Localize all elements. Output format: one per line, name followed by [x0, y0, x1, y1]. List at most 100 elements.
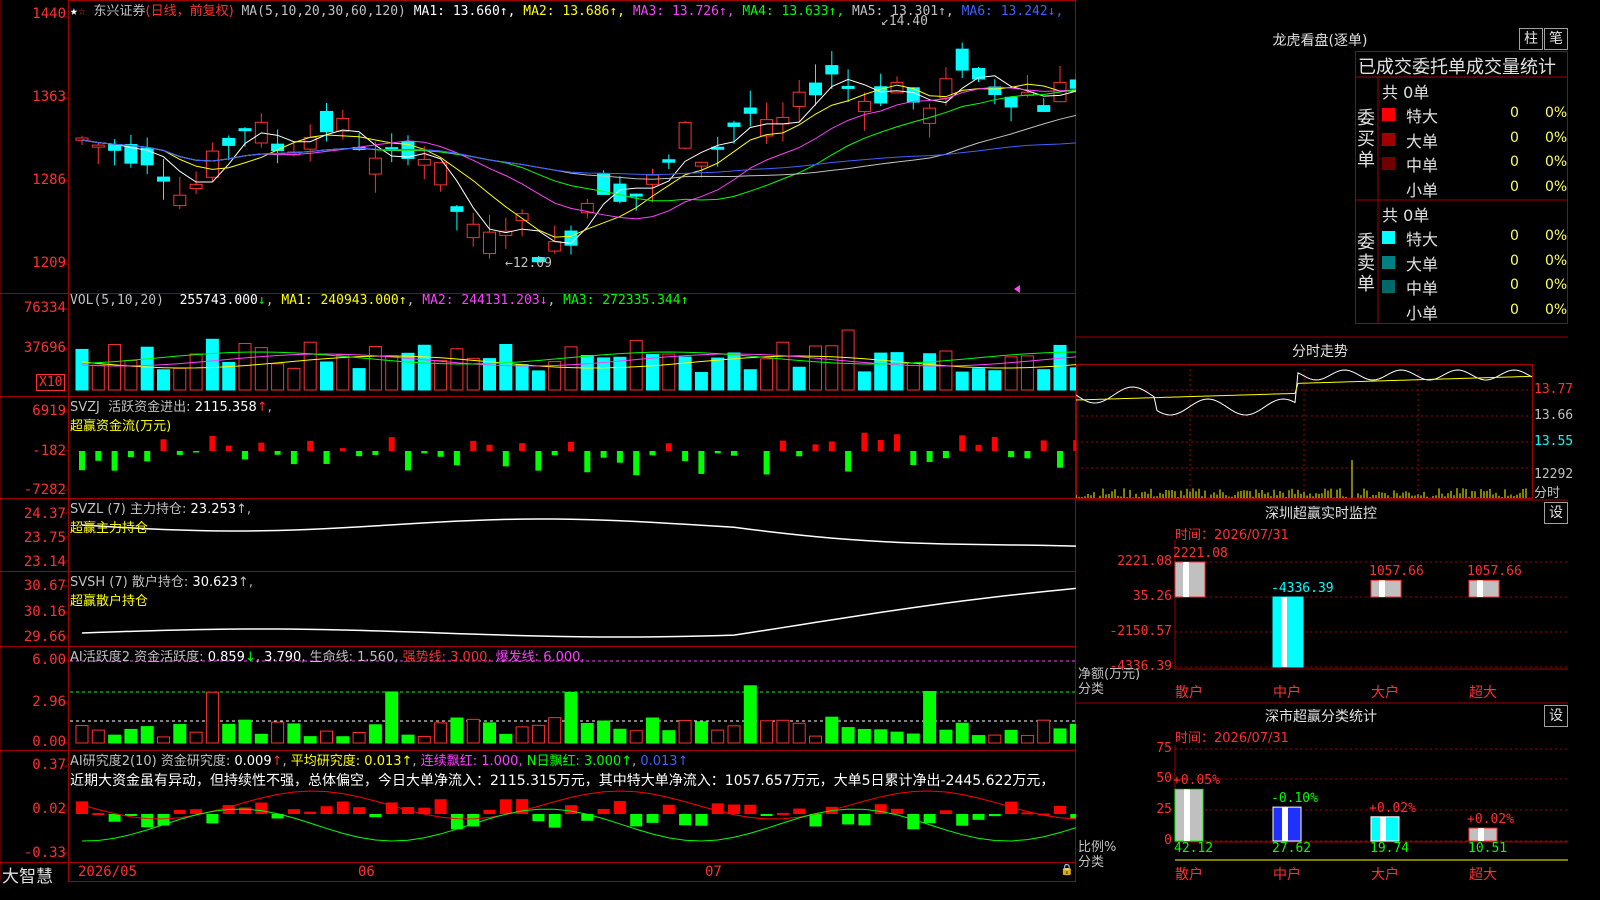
research-bar [532, 814, 545, 822]
order-percent: 0% [1545, 228, 1568, 244]
brand-label: 大智慧 [2, 867, 53, 887]
volume-bar [955, 371, 969, 391]
order-size-label: 中单 [1406, 156, 1439, 175]
candle-body [91, 144, 105, 148]
candle-body [727, 122, 741, 127]
szm-category: 中户 [1273, 685, 1301, 701]
sell-total: 共 0单 [1382, 206, 1430, 225]
candle-body [320, 110, 333, 133]
flow-bar [209, 436, 216, 451]
research-bar [255, 802, 268, 814]
szm-bar-value: -4336.39 [1271, 581, 1334, 596]
flow-bar [242, 451, 248, 460]
order-percent: 0% [1545, 301, 1568, 318]
order-size-label: 特大 [1406, 230, 1439, 249]
flow-bar [290, 451, 297, 465]
szm-bar-1 [1272, 596, 1304, 668]
lock-icon[interactable]: 🔒 [1060, 863, 1074, 876]
volume-bar [1037, 369, 1051, 391]
activity-bar [140, 726, 154, 744]
candle-body [515, 213, 529, 221]
activity-bar [629, 730, 643, 744]
szc-bar-value: 27.62 [1272, 841, 1312, 856]
candle-body [613, 183, 627, 202]
activity-bar [988, 734, 1002, 744]
szc-ytick: 50 [1156, 771, 1172, 786]
activity-bar [1037, 719, 1051, 744]
szc-category: 超大 [1469, 867, 1497, 883]
activity-bar [434, 722, 448, 744]
activity-bar [1053, 728, 1067, 744]
ai2-ytick-0: 0.37 [32, 757, 66, 773]
volume-bar [140, 346, 154, 391]
svsh-ytick-0: 30.67 [23, 578, 66, 594]
candle-body [368, 157, 382, 175]
szc-category: 散户 [1175, 867, 1203, 883]
flow-bar [437, 451, 444, 457]
flow-bar [698, 451, 705, 474]
buy-side-label: 委买单 [1357, 108, 1375, 171]
research-bar [450, 814, 463, 830]
sz-monitor-settings-button[interactable]: 设 [1544, 502, 1568, 524]
research-bar [434, 799, 447, 814]
activity-bar [1004, 729, 1018, 744]
szm-bar-value: 1057.66 [1467, 564, 1522, 580]
volume-bar [157, 369, 170, 391]
volume-bar [368, 345, 382, 391]
research-bar [597, 808, 610, 814]
flow-bar [193, 451, 200, 453]
research-bar [988, 814, 1001, 817]
candle-body [678, 121, 692, 149]
order-count: 0 [1510, 277, 1519, 293]
flow-bar [307, 440, 314, 451]
volume-bar [466, 357, 480, 391]
legend-swatch [1382, 108, 1395, 121]
research-bar [108, 814, 121, 822]
flow-bar [502, 451, 509, 467]
research-bar [548, 814, 561, 828]
intraday-title: 分时走势 [1292, 344, 1348, 360]
order-count: 0 [1510, 154, 1519, 170]
volume-bar [336, 354, 350, 391]
szm-ytick: -2150.57 [1109, 624, 1172, 639]
main-ytick-3: 1209 [32, 255, 66, 271]
flow-bar [127, 451, 134, 458]
order-count: 0 [1510, 228, 1519, 244]
flow-bar [1057, 451, 1063, 468]
volume-bar [205, 338, 219, 391]
volume-bar [711, 357, 725, 391]
volume-bar [515, 364, 529, 391]
svsh-ytick-2: 29.66 [23, 629, 66, 645]
sz-class-settings-button[interactable]: 设 [1544, 705, 1568, 727]
flow-bar [861, 432, 868, 451]
activity-bar [711, 729, 725, 744]
tick-mode-button[interactable]: 笔 [1544, 28, 1568, 50]
candle-body [743, 107, 757, 114]
candle-body [694, 161, 708, 167]
flow-bar [584, 451, 591, 473]
volume-bar [189, 353, 203, 391]
research-bar [728, 804, 740, 814]
bar-mode-button[interactable]: 柱 [1519, 28, 1543, 50]
research-bar [320, 806, 333, 814]
flow-bar [176, 451, 183, 455]
research-bar [662, 804, 675, 814]
szc-bar-highlight [1282, 807, 1288, 841]
flow-bar [356, 451, 363, 457]
order-size-label: 大单 [1406, 131, 1439, 151]
flow-bar [535, 451, 542, 471]
flow-bar [339, 448, 346, 451]
flow-bar [453, 451, 460, 466]
flow-bar [568, 441, 574, 451]
volume-bar [776, 341, 790, 391]
activity-bar [857, 728, 871, 744]
ai1-ytick-0: 6.00 [32, 652, 66, 668]
research-bar [1054, 805, 1066, 814]
activity-bar [564, 691, 578, 744]
candle-body [792, 91, 806, 107]
activity-bar [646, 717, 659, 744]
flow-bar [405, 451, 411, 471]
marker-triangle [1014, 285, 1020, 293]
svzj-ytick-0: 6919 [32, 403, 66, 419]
flow-bar [714, 451, 721, 454]
